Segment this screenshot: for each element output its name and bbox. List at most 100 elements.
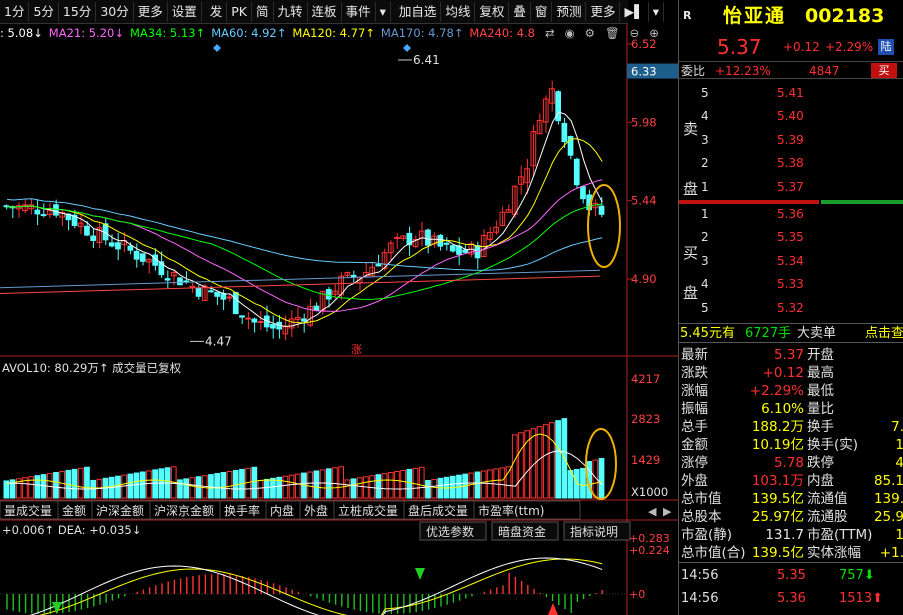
toolbar-button-16[interactable]: 叠 <box>509 1 531 22</box>
toolbar-button-9[interactable]: 九转 <box>274 1 308 22</box>
weibi-row: 委比 +12.23% 4847 买 <box>679 61 903 79</box>
ask-price: 5.41 <box>777 86 804 100</box>
toolbar-button-2[interactable]: 15分 <box>59 1 97 22</box>
volume-bar <box>133 472 140 499</box>
dif-line <box>29 557 603 615</box>
volume-tab-label: 金额 <box>62 503 86 518</box>
volume-bar <box>468 472 475 499</box>
chart-toolbar: 1分 5分 15分 30分 更多 设置发 PK 简九转 连板 事件 ▾ 加自选 均线 复权叠窗预测 更多 ▶▌… <box>0 0 664 24</box>
volume-bar <box>319 469 326 499</box>
candle-body <box>90 235 97 241</box>
price-axis-label: 5.98 <box>631 115 657 129</box>
toolbar-button-21[interactable]: ▾ <box>649 1 664 22</box>
ask-level: 5 <box>701 86 709 100</box>
volume-bar <box>567 469 574 499</box>
volume-bar <box>580 467 586 499</box>
toolbar-button-3[interactable]: 30分 <box>96 1 134 22</box>
stat-label-2: 最高 <box>807 365 834 381</box>
toolbar-button-14[interactable]: 均线 <box>441 1 476 22</box>
tick-price: 5.35 <box>777 568 806 583</box>
candle-body <box>573 158 580 186</box>
low-marker-label: 4.47 <box>205 334 232 348</box>
candle-body <box>34 209 41 215</box>
candlestick-chart[interactable]: 6.52 5.98 5.44 4.90 6.33 6.41 4.47 涨 AVOL10: 80.… <box>0 24 678 615</box>
price-axis-label: 5.44 <box>631 194 657 208</box>
buy-button[interactable]: 买 <box>871 63 897 78</box>
candle-body <box>375 264 382 267</box>
volume-bar <box>53 472 59 499</box>
market-tag: 陆 <box>878 39 894 55</box>
price-change: +0.12 <box>783 40 820 54</box>
scroll-left-icon[interactable]: ◀ <box>648 505 657 518</box>
stat-label-2: 量比 <box>807 401 834 417</box>
toolbar-button-5[interactable]: 设置 <box>168 1 202 22</box>
volume-bar <box>226 470 233 499</box>
toolbar-button-10[interactable]: 连板 <box>308 1 342 22</box>
buy-signal-arrow-icon <box>548 603 558 615</box>
toolbar-button-6[interactable]: 发 <box>206 1 228 22</box>
bid-price: 5.34 <box>777 253 804 268</box>
bid-price: 5.35 <box>777 230 804 245</box>
stat-value-2: +1. <box>879 545 903 561</box>
candle-body <box>208 290 214 293</box>
ask-level: 1 <box>701 179 709 194</box>
ask-bid-divider-green <box>821 200 903 204</box>
candle-body <box>449 245 456 252</box>
volume-axis-label: 4217 <box>631 372 660 386</box>
stat-value: 139.5亿 <box>751 491 804 507</box>
toolbar-button-20[interactable]: ▶▌ <box>620 1 649 22</box>
stat-label-2: 跌停 <box>807 455 834 471</box>
candle-body <box>115 242 121 250</box>
stat-label: 振幅 <box>681 401 708 417</box>
volume-bar <box>294 473 301 499</box>
candle-body <box>239 315 245 318</box>
stat-label: 最新 <box>681 347 708 363</box>
volume-bar <box>480 470 487 499</box>
toolbar-button-12[interactable]: ▾ <box>376 1 391 22</box>
stat-value-2: 25.9 <box>873 509 903 525</box>
bid-level: 3 <box>701 253 709 268</box>
stats-row: 市盈(静) 131.7 市盈(TTM) 1 <box>679 526 903 544</box>
zhang-label: 涨 <box>351 343 362 356</box>
stat-value: 25.97亿 <box>751 509 804 525</box>
toolbar-button-8[interactable]: 简 <box>252 1 274 22</box>
volume-bar <box>425 479 431 499</box>
volume-tab-label: 换手率 <box>224 503 260 518</box>
toolbar-button-18[interactable]: 预测 <box>552 1 587 22</box>
volume-tab-label: 外盘 <box>304 503 328 518</box>
big-order-link[interactable]: 点击查 <box>865 324 903 344</box>
candle-body <box>195 287 202 297</box>
ma-line <box>7 179 603 313</box>
volume-bar <box>77 467 84 499</box>
r-label: R <box>683 9 692 22</box>
book-side-char: 盘 <box>683 180 699 198</box>
tick-row: 14:56 5.36 1513⬆ <box>679 590 903 608</box>
volume-bar <box>263 478 270 499</box>
candle-body <box>84 225 90 236</box>
candle-body <box>313 305 320 311</box>
volume-bar <box>549 422 555 499</box>
toolbar-button-4[interactable]: 更多 <box>134 1 168 22</box>
stat-label-2: 换手 <box>807 419 834 435</box>
bid-row: 5 5.32 <box>679 299 903 317</box>
stat-value-2: 85.1 <box>873 473 903 489</box>
volume-title: AVOL10: 80.29万↑ 成交量已复权 <box>2 361 182 375</box>
volume-tab-label: 立桩成交量 <box>338 503 398 518</box>
volume-bar <box>71 468 78 499</box>
stat-value: +0.12 <box>762 365 804 381</box>
toolbar-button-7[interactable]: PK <box>227 1 253 22</box>
toolbar-button-15[interactable]: 复权 <box>475 1 510 22</box>
toolbar-button-13[interactable]: 加自选 <box>395 1 442 22</box>
toolbar-button-19[interactable]: 更多 <box>586 1 621 22</box>
event-diamond-icon[interactable] <box>403 44 411 52</box>
toolbar-button-17[interactable]: 窗 <box>531 1 553 22</box>
scroll-right-icon[interactable]: ▶ <box>663 505 672 518</box>
bid-level: 1 <box>701 207 709 221</box>
stat-label: 金额 <box>681 437 708 453</box>
toolbar-button-11[interactable]: 事件 <box>342 1 376 22</box>
toolbar-button-1[interactable]: 5分 <box>29 1 59 22</box>
event-diamond-icon[interactable] <box>213 44 221 52</box>
toolbar-button-0[interactable]: 1分 <box>0 1 30 22</box>
stat-value: 131.7 <box>765 527 804 543</box>
sell-signal-arrow-icon <box>415 568 425 580</box>
